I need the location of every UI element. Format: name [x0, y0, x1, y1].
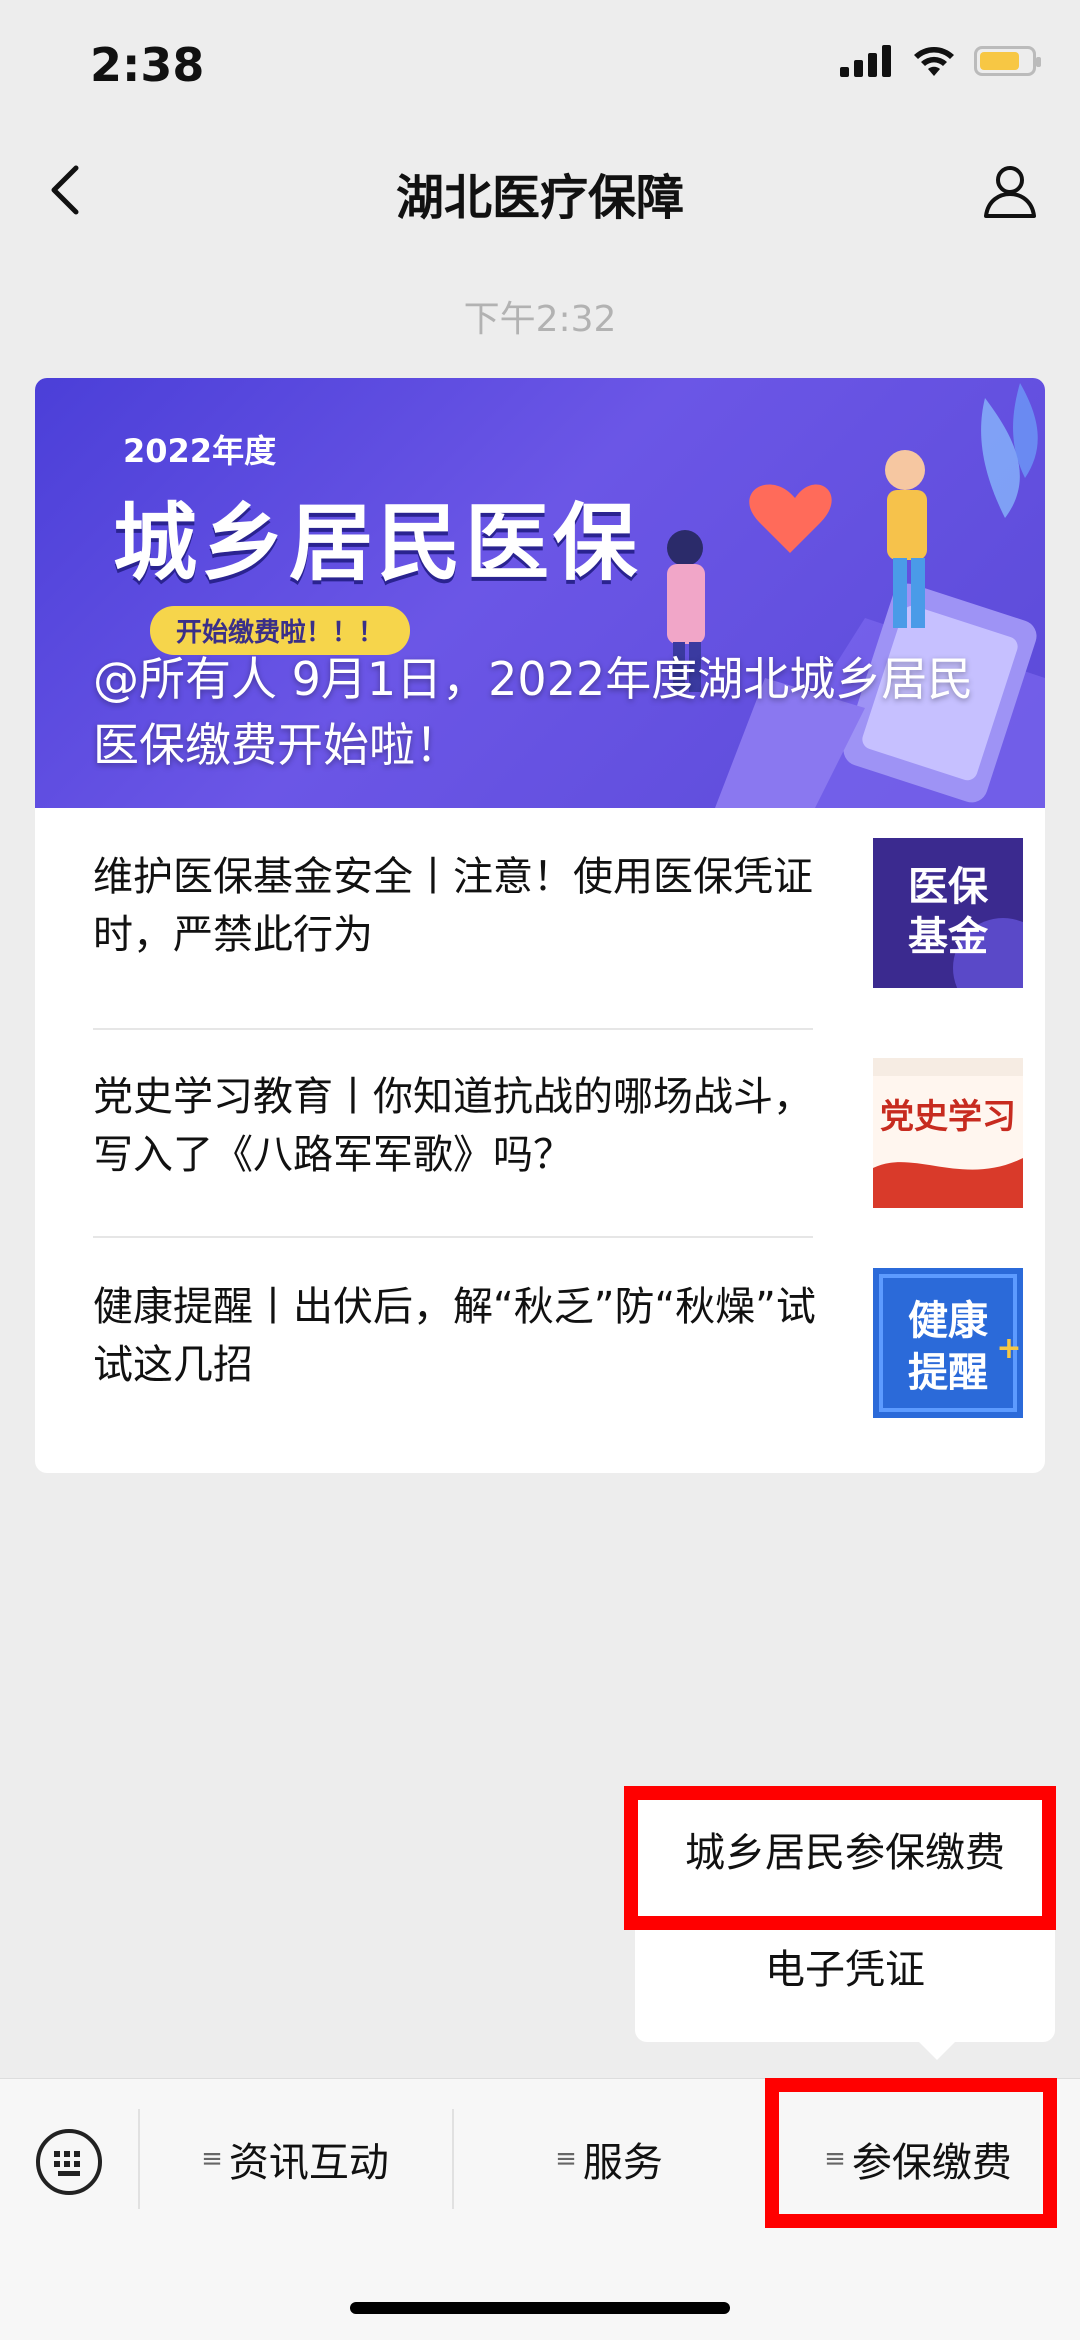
status-icons: [840, 44, 1041, 78]
menu-lines-icon: ≡: [555, 2144, 577, 2174]
article-thumbnail: 健康 提醒 +: [873, 1268, 1023, 1418]
article-title: 党史学习教育丨你知道抗战的哪场战斗，写入了《八路军军歌》吗？: [93, 1074, 813, 1178]
message-timestamp: 下午2:32: [463, 299, 617, 340]
article-title: 维护医保基金安全丨注意！使用医保凭证时，严禁此行为: [93, 854, 813, 958]
featured-banner[interactable]: 2022年度 城乡居民医保 开始缴费啦！！！ @所有人 9月1日，2022年度湖…: [35, 378, 1045, 808]
article-card[interactable]: 2022年度 城乡居民医保 开始缴费啦！！！ @所有人 9月1日，2022年度湖…: [35, 378, 1045, 1473]
featured-article-title: @所有人 9月1日，2022年度湖北城乡居民医保缴费开始啦！: [93, 652, 974, 772]
divider: [93, 1236, 813, 1238]
profile-icon[interactable]: [980, 160, 1040, 220]
tab-services[interactable]: ≡ 服务: [454, 2079, 764, 2239]
highlight-box: [765, 2078, 1057, 2228]
article-title: 健康提醒丨出伏后，解“秋乏”防“秋燥”试试这几招: [93, 1284, 816, 1388]
article-item[interactable]: 健康提醒丨出伏后，解“秋乏”防“秋燥”试试这几招 健康 提醒 +: [93, 1268, 1023, 1418]
tab-news-interaction[interactable]: ≡ 资讯互动: [140, 2079, 450, 2239]
article-thumbnail: 党史学习: [873, 1058, 1023, 1208]
battery-icon: [974, 46, 1041, 76]
svg-text:健康: 健康: [908, 1298, 988, 1344]
wifi-icon: [914, 47, 954, 76]
svg-text:基金: 基金: [908, 914, 989, 960]
status-bar: 2:38: [0, 0, 1080, 140]
page-title: 湖北医疗保障: [395, 170, 684, 226]
article-item[interactable]: 维护医保基金安全丨注意！使用医保凭证时，严禁此行为 医保 基金: [93, 838, 1023, 988]
divider: [93, 1028, 813, 1030]
tab-label: 服务: [582, 2140, 663, 2186]
svg-text:党史学习: 党史学习: [880, 1097, 1016, 1137]
svg-text:提醒: 提醒: [908, 1350, 988, 1396]
menu-item-electronic-certificate[interactable]: 电子凭证: [635, 1913, 1055, 2028]
status-time: 2:38: [90, 38, 205, 92]
tab-label: 资讯互动: [228, 2140, 389, 2186]
article-item[interactable]: 党史学习教育丨你知道抗战的哪场战斗，写入了《八路军军歌》吗？ 党史学习: [93, 1058, 1023, 1208]
nav-bar: 湖北医疗保障: [0, 140, 1080, 240]
signal-icon: [840, 45, 891, 77]
highlight-box: [624, 1786, 1056, 1930]
banner-main-title: 城乡居民医保: [113, 494, 642, 592]
keyboard-icon[interactable]: [36, 2129, 102, 2195]
svg-text:医保: 医保: [908, 864, 989, 910]
article-thumbnail: 医保 基金: [873, 838, 1023, 988]
home-indicator: [350, 2302, 730, 2314]
menu-lines-icon: ≡: [201, 2144, 223, 2174]
svg-text:+: +: [996, 1331, 1021, 1366]
banner-year-label: 2022年度: [123, 432, 277, 470]
